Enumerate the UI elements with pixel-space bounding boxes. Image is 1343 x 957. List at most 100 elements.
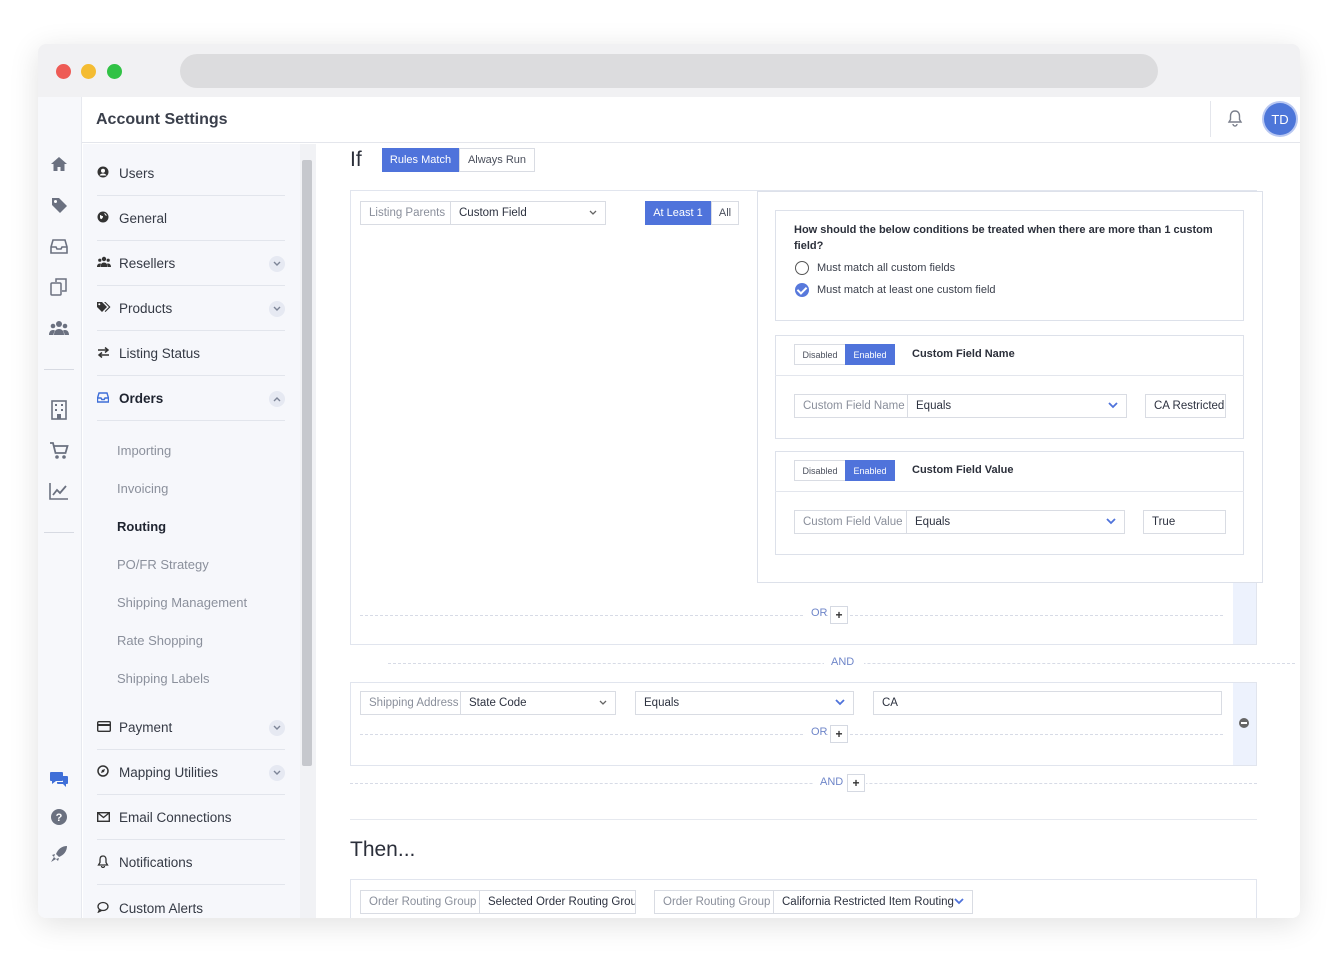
sidebar-subitem-shipping-labels[interactable]: Shipping Labels	[117, 671, 210, 686]
chevron-down-icon[interactable]	[269, 256, 285, 272]
chat-icon[interactable]	[48, 768, 70, 790]
custom-field-value-input[interactable]: True	[1143, 510, 1226, 534]
rules-match-toggle[interactable]: Rules Match	[382, 148, 459, 172]
shipping-address-label: Shipping Address	[360, 691, 461, 715]
compass-icon	[97, 765, 119, 780]
sidebar-subitem-importing[interactable]: Importing	[117, 443, 171, 458]
sidebar-item-users[interactable]: Users	[97, 152, 285, 196]
page-title: Account Settings	[96, 111, 228, 128]
disabled-toggle[interactable]: Disabled	[794, 344, 846, 365]
value-operator-select[interactable]: Equals	[906, 510, 1125, 534]
field-type-select[interactable]: Custom Field	[450, 201, 606, 225]
building-icon[interactable]	[48, 399, 70, 421]
order-routing-group-label: Order Routing Group	[360, 890, 480, 914]
chevron-down-icon[interactable]	[269, 765, 285, 781]
always-run-toggle[interactable]: Always Run	[459, 148, 535, 172]
sidebar-item-custom-alerts[interactable]: Custom Alerts	[97, 886, 285, 918]
and-label: AND	[831, 656, 855, 668]
enabled-toggle[interactable]: Enabled	[845, 460, 895, 481]
sidebar-item-notifications[interactable]: Notifications	[97, 841, 285, 885]
add-or-button[interactable]: +	[830, 725, 848, 743]
state-code-select[interactable]: State Code	[460, 691, 616, 715]
or-link[interactable]: OR	[811, 726, 828, 738]
custom-field-name-label: Custom Field Name	[794, 394, 908, 418]
all-toggle[interactable]: All	[711, 201, 739, 225]
or-divider	[360, 734, 1223, 735]
users-icon[interactable]	[48, 317, 70, 339]
field-type-value: Custom Field	[459, 207, 527, 219]
routing-group-value: California Restricted Item Routing	[782, 896, 954, 908]
custom-field-value-title: Custom Field Value	[912, 464, 1014, 476]
routing-group-select[interactable]: California Restricted Item Routing	[773, 890, 973, 914]
rail-divider	[44, 532, 74, 533]
chevron-down-icon[interactable]	[269, 301, 285, 317]
sidebar-subitem-shipping-management[interactable]: Shipping Management	[117, 595, 247, 610]
copy-icon[interactable]	[48, 276, 70, 298]
or-link[interactable]: OR	[811, 607, 828, 619]
block-divider	[775, 491, 1244, 492]
sidebar-item-resellers[interactable]: Resellers	[97, 242, 285, 286]
sidebar-subitem-routing[interactable]: Routing	[117, 519, 166, 534]
sidebar-subitem-invoicing[interactable]: Invoicing	[117, 481, 168, 496]
sidebar-item-label: Mapping Utilities	[119, 765, 219, 780]
sidebar-item-listing-status[interactable]: Listing Status	[97, 332, 285, 376]
chart-icon[interactable]	[48, 480, 70, 502]
sidebar-item-payment[interactable]: Payment	[96, 706, 285, 750]
chevron-down-icon[interactable]	[269, 720, 285, 736]
rail-divider	[44, 369, 74, 370]
sidebar-item-email-connections[interactable]: Email Connections	[96, 796, 285, 840]
match-all-label: Must match all custom fields	[817, 262, 956, 274]
operator-select[interactable]: Equals	[635, 691, 854, 715]
home-icon[interactable]	[48, 153, 70, 175]
chevron-down-icon	[954, 897, 964, 907]
disabled-toggle[interactable]: Disabled	[794, 460, 846, 481]
caret-down-icon	[589, 208, 597, 218]
name-operator-select[interactable]: Equals	[907, 394, 1127, 418]
sidebar-item-orders[interactable]: Orders	[96, 377, 285, 421]
add-or-button[interactable]: +	[830, 606, 848, 624]
minimize-dot[interactable]	[81, 64, 96, 79]
scrollbar-thumb[interactable]	[302, 160, 312, 766]
and-divider	[350, 783, 1257, 784]
app-rail: ?	[38, 97, 82, 918]
at-least-1-toggle[interactable]: At Least 1	[645, 201, 711, 225]
custom-field-name-input[interactable]: CA Restricted	[1145, 394, 1226, 418]
help-icon[interactable]: ?	[48, 806, 70, 828]
caret-down-icon	[599, 698, 607, 708]
match-all-radio[interactable]	[795, 261, 809, 275]
bell-icon[interactable]	[1226, 109, 1244, 132]
sidebar-item-label: Custom Alerts	[119, 900, 204, 916]
tag-icon[interactable]	[48, 194, 70, 216]
if-heading: If	[350, 148, 362, 171]
envelope-icon	[96, 811, 119, 825]
sidebar-subitem-po-fr-strategy[interactable]: PO/FR Strategy	[117, 557, 209, 572]
sidebar-item-general[interactable]: General	[97, 197, 285, 241]
rocket-icon[interactable]	[48, 843, 70, 865]
enabled-toggle[interactable]: Enabled	[845, 344, 895, 365]
match-one-radio[interactable]	[795, 283, 809, 297]
and-link[interactable]: AND	[820, 776, 843, 788]
chevron-up-icon[interactable]	[269, 391, 285, 407]
sidebar-item-label: Notifications	[119, 855, 193, 870]
remove-condition-icon[interactable]	[1239, 718, 1249, 728]
user-avatar[interactable]: TD	[1264, 103, 1296, 135]
selected-routing-group-field[interactable]: Selected Order Routing Grou	[479, 890, 636, 914]
sidebar-item-products[interactable]: Products	[97, 287, 285, 331]
inbox-icon[interactable]	[48, 235, 70, 257]
url-bar[interactable]	[180, 54, 1158, 88]
add-and-button[interactable]: +	[847, 774, 865, 792]
sidebar-item-label: Products	[119, 301, 173, 316]
sidebar-scrollbar[interactable]	[300, 144, 316, 918]
close-dot[interactable]	[56, 64, 71, 79]
value-operator-value: Equals	[915, 516, 951, 528]
cart-icon[interactable]	[48, 440, 70, 462]
sidebar-item-mapping-utilities[interactable]: Mapping Utilities	[97, 751, 285, 795]
maximize-dot[interactable]	[107, 64, 122, 79]
state-value-input[interactable]: CA	[873, 691, 1222, 715]
bell-icon	[97, 854, 119, 871]
sidebar-subitem-rate-shopping[interactable]: Rate Shopping	[117, 633, 203, 648]
sidebar-item-label: General	[119, 211, 168, 226]
settings-sidebar: Users General Resellers Products Listing…	[83, 144, 301, 918]
tags-icon	[97, 301, 119, 316]
sidebar-item-label: Email Connections	[119, 810, 232, 825]
